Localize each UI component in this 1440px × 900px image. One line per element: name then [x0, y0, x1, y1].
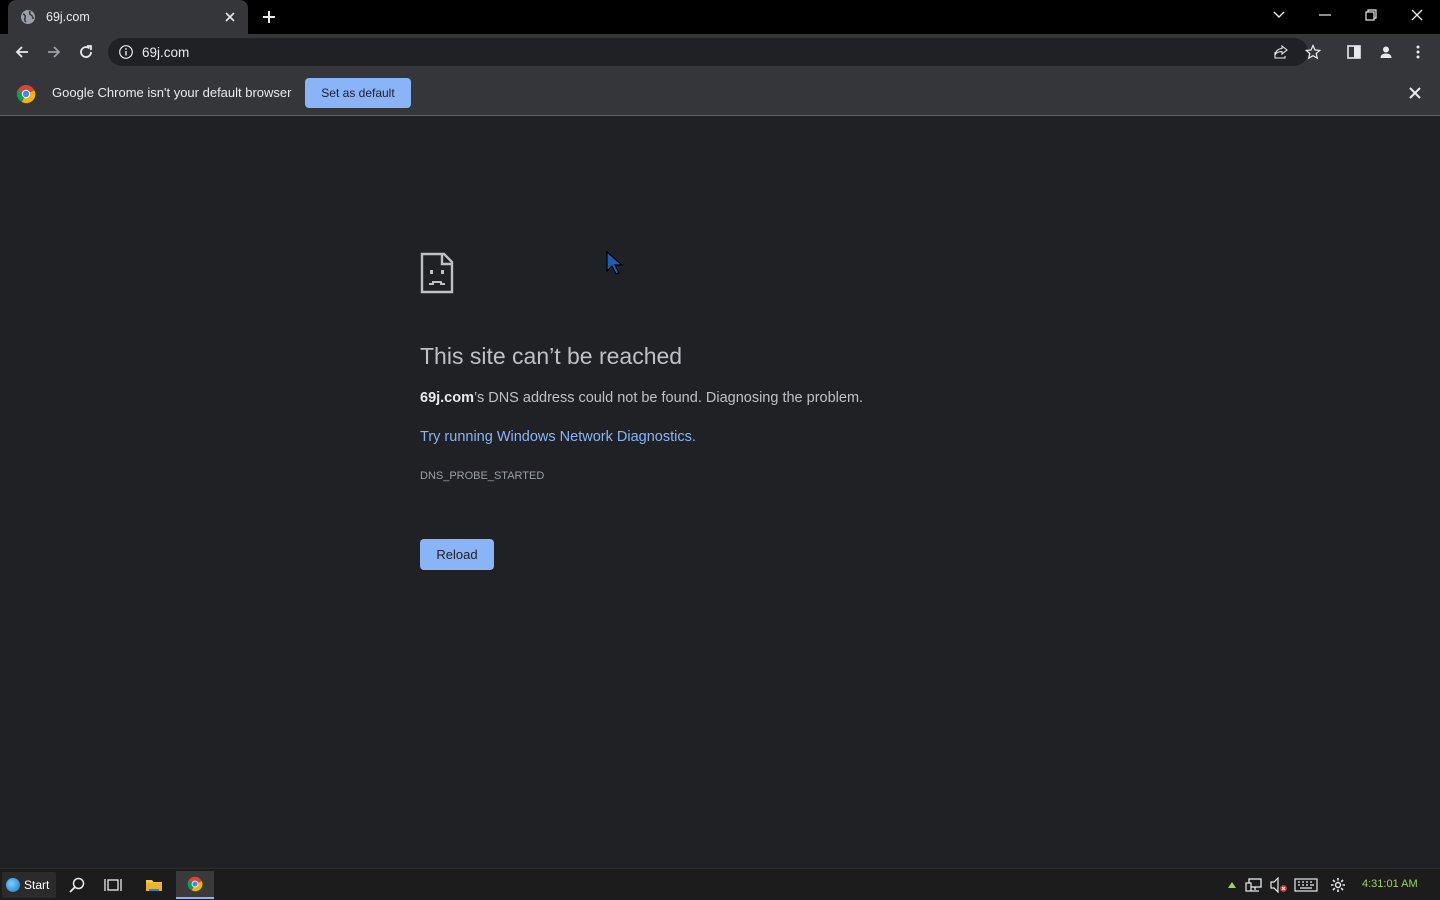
error-description: 69j.com’s DNS address could not be found…	[420, 390, 863, 406]
keyboard-icon[interactable]	[1292, 873, 1320, 897]
restore-button[interactable]	[1348, 0, 1394, 30]
tab-close-icon[interactable]	[222, 9, 238, 25]
volume-muted-icon[interactable]	[1267, 873, 1291, 897]
tab-title: 69j.com	[46, 10, 90, 24]
reload-icon[interactable]	[72, 38, 100, 66]
link-suffix: .	[691, 429, 696, 445]
back-button[interactable]	[8, 38, 36, 66]
default-browser-infobar: Google Chrome isn't your default browser…	[0, 70, 1440, 116]
start-button[interactable]: Start	[2, 872, 56, 898]
menu-icon[interactable]	[1404, 38, 1432, 66]
settings-gear-icon[interactable]	[1326, 873, 1350, 897]
sad-document-icon	[420, 252, 454, 294]
info-icon[interactable]	[118, 44, 134, 60]
error-title: This site can’t be reached	[420, 343, 683, 369]
infobar-message: Google Chrome isn't your default browser	[52, 85, 292, 100]
error-code: DNS_PROBE_STARTED	[420, 470, 545, 482]
set-as-default-button[interactable]: Set as default	[305, 78, 411, 108]
diagnostics-line: Try running Windows Network Diagnostics.	[420, 429, 696, 445]
taskbar: Start 4:31:01 AM	[0, 868, 1440, 900]
tab-search-icon[interactable]	[1256, 0, 1302, 30]
start-orb-icon	[6, 878, 20, 892]
globe-icon	[20, 9, 36, 25]
bookmark-star-icon[interactable]	[1300, 38, 1326, 66]
chrome-taskbar-icon[interactable]	[176, 871, 214, 899]
error-page: This site can’t be reached 69j.com’s DNS…	[0, 116, 1440, 868]
toolbar: 69j.com	[0, 34, 1440, 70]
task-view-icon[interactable]	[94, 871, 132, 899]
file-explorer-icon[interactable]	[135, 871, 173, 899]
share-icon[interactable]	[1268, 38, 1294, 66]
reload-button[interactable]: Reload	[420, 539, 494, 570]
taskbar-clock[interactable]: 4:31:01 AM	[1362, 878, 1418, 890]
error-domain: 69j.com	[420, 390, 474, 406]
show-hidden-icons-icon[interactable]	[1220, 873, 1244, 897]
error-description-text: ’s DNS address could not be found. Diagn…	[474, 390, 864, 406]
chrome-logo-icon	[16, 84, 36, 104]
search-icon[interactable]	[58, 871, 96, 899]
address-bar[interactable]: 69j.com	[108, 38, 1308, 66]
tab-strip: 69j.com	[0, 0, 1440, 34]
tab-active[interactable]: 69j.com	[8, 0, 248, 34]
close-window-button[interactable]	[1394, 0, 1440, 30]
start-label: Start	[24, 878, 50, 892]
profile-icon[interactable]	[1372, 38, 1400, 66]
minimize-button[interactable]	[1302, 0, 1348, 30]
url-text: 69j.com	[142, 44, 190, 60]
new-tab-button[interactable]	[258, 6, 280, 28]
infobar-close-icon[interactable]	[1405, 83, 1425, 103]
network-icon[interactable]	[1242, 873, 1266, 897]
network-diagnostics-link[interactable]: Try running Windows Network Diagnostics	[420, 429, 692, 445]
side-panel-icon[interactable]	[1340, 38, 1368, 66]
forward-button[interactable]	[40, 38, 68, 66]
mouse-cursor-icon	[605, 250, 625, 279]
